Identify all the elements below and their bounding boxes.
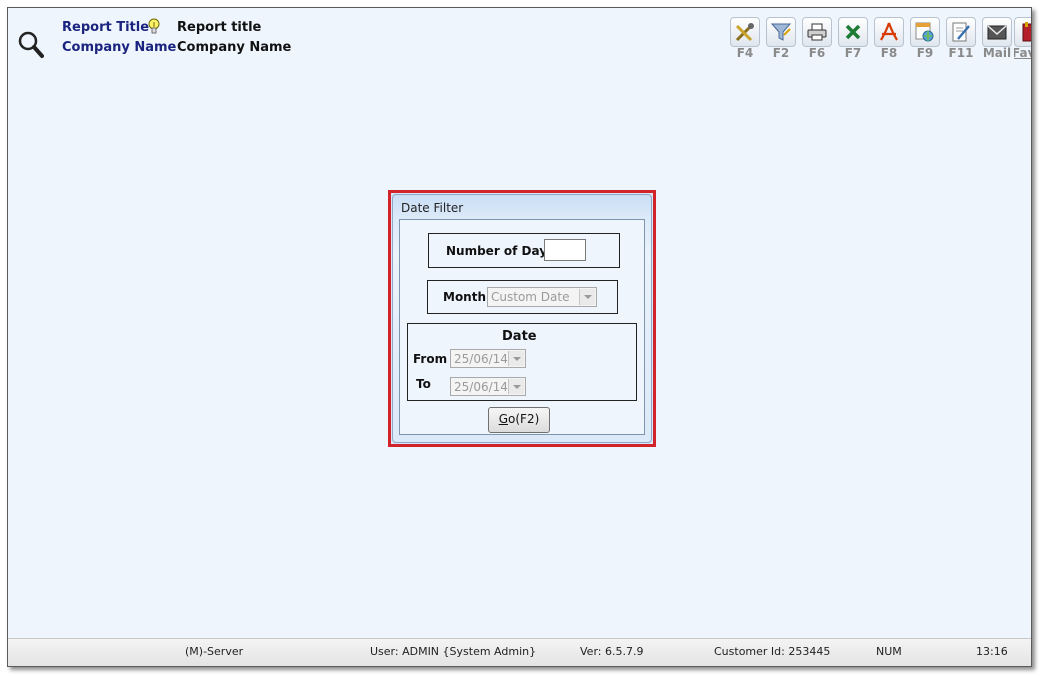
to-date-picker[interactable]: 25/06/14 bbox=[450, 377, 526, 396]
excel-button-f7[interactable]: F7 bbox=[838, 17, 870, 65]
status-user: User: ADMIN {System Admin} bbox=[370, 645, 537, 658]
from-label: From bbox=[413, 352, 448, 366]
chevron-down-icon[interactable] bbox=[579, 289, 595, 305]
pdf-button-f8[interactable]: F8 bbox=[874, 17, 906, 65]
status-version: Ver: 6.5.7.9 bbox=[580, 645, 644, 658]
report-title-label: Report Title bbox=[62, 20, 150, 35]
report-title-value: Report title bbox=[177, 20, 262, 35]
month-group: Month Custom Date bbox=[427, 280, 618, 314]
favorite-button[interactable]: Fav bbox=[1014, 17, 1031, 65]
status-bar: (M)-Server User: ADMIN {System Admin} Ve… bbox=[8, 638, 1031, 666]
edit-button-f11[interactable]: F11 bbox=[946, 17, 978, 65]
status-num-lock: NUM bbox=[876, 645, 902, 658]
go-button[interactable]: Go(F2) bbox=[488, 407, 550, 433]
date-heading: Date bbox=[502, 329, 537, 344]
chevron-down-icon[interactable] bbox=[508, 379, 524, 394]
month-label: Month bbox=[443, 290, 487, 304]
edit-note-icon bbox=[946, 17, 976, 47]
pdf-icon bbox=[874, 17, 904, 47]
company-name-value: Company Name bbox=[177, 40, 292, 55]
web-export-button-f9[interactable]: F9 bbox=[910, 17, 942, 65]
number-of-day-group: Number of Day bbox=[428, 233, 620, 268]
dialog-body: Number of Day Month Custom Date Date Fro… bbox=[399, 219, 645, 435]
status-clock: 13:16 bbox=[976, 645, 1008, 658]
from-date-value: 25/06/14 bbox=[454, 352, 508, 366]
month-select-value: Custom Date bbox=[491, 290, 570, 304]
to-label: To bbox=[416, 377, 431, 391]
toolbar-key-label: Mail bbox=[982, 46, 1012, 60]
date-filter-dialog: Date Filter Number of Day Month Custom D… bbox=[392, 194, 652, 443]
number-of-day-input[interactable] bbox=[544, 239, 586, 261]
status-server: (M)-Server bbox=[185, 645, 244, 658]
go-button-label: o(F2) bbox=[508, 412, 540, 426]
number-of-day-label: Number of Day bbox=[446, 244, 548, 258]
lightbulb-icon[interactable] bbox=[147, 18, 161, 36]
from-date-picker[interactable]: 25/06/14 bbox=[450, 349, 526, 368]
printer-icon bbox=[802, 17, 832, 47]
settings-button-f4[interactable]: F4 bbox=[730, 17, 762, 65]
favorite-book-icon bbox=[1014, 17, 1031, 47]
dialog-title: Date Filter bbox=[401, 201, 464, 215]
web-export-icon bbox=[910, 17, 940, 47]
report-window: Report Title Report title Company Name C… bbox=[7, 7, 1032, 667]
filter-button-f2[interactable]: F2 bbox=[766, 17, 798, 65]
company-name-label: Company Name bbox=[62, 40, 177, 55]
mail-icon bbox=[982, 17, 1012, 47]
excel-icon bbox=[838, 17, 868, 47]
toolbar-key-label: Fav bbox=[1014, 46, 1031, 60]
settings-tools-icon bbox=[730, 17, 760, 47]
search-icon[interactable] bbox=[16, 28, 46, 60]
mail-button[interactable]: Mail bbox=[982, 17, 1014, 65]
to-date-value: 25/06/14 bbox=[454, 380, 508, 394]
month-select[interactable]: Custom Date bbox=[487, 287, 597, 307]
status-customer-id: Customer Id: 253445 bbox=[714, 645, 831, 658]
filter-icon bbox=[766, 17, 796, 47]
date-filter-highlight: Date Filter Number of Day Month Custom D… bbox=[388, 190, 656, 447]
go-button-access-key: G bbox=[498, 412, 509, 426]
date-range-group: Date From 25/06/14 To 25/06/14 bbox=[407, 323, 637, 401]
chevron-down-icon[interactable] bbox=[508, 351, 524, 366]
print-button-f6[interactable]: F6 bbox=[802, 17, 834, 65]
